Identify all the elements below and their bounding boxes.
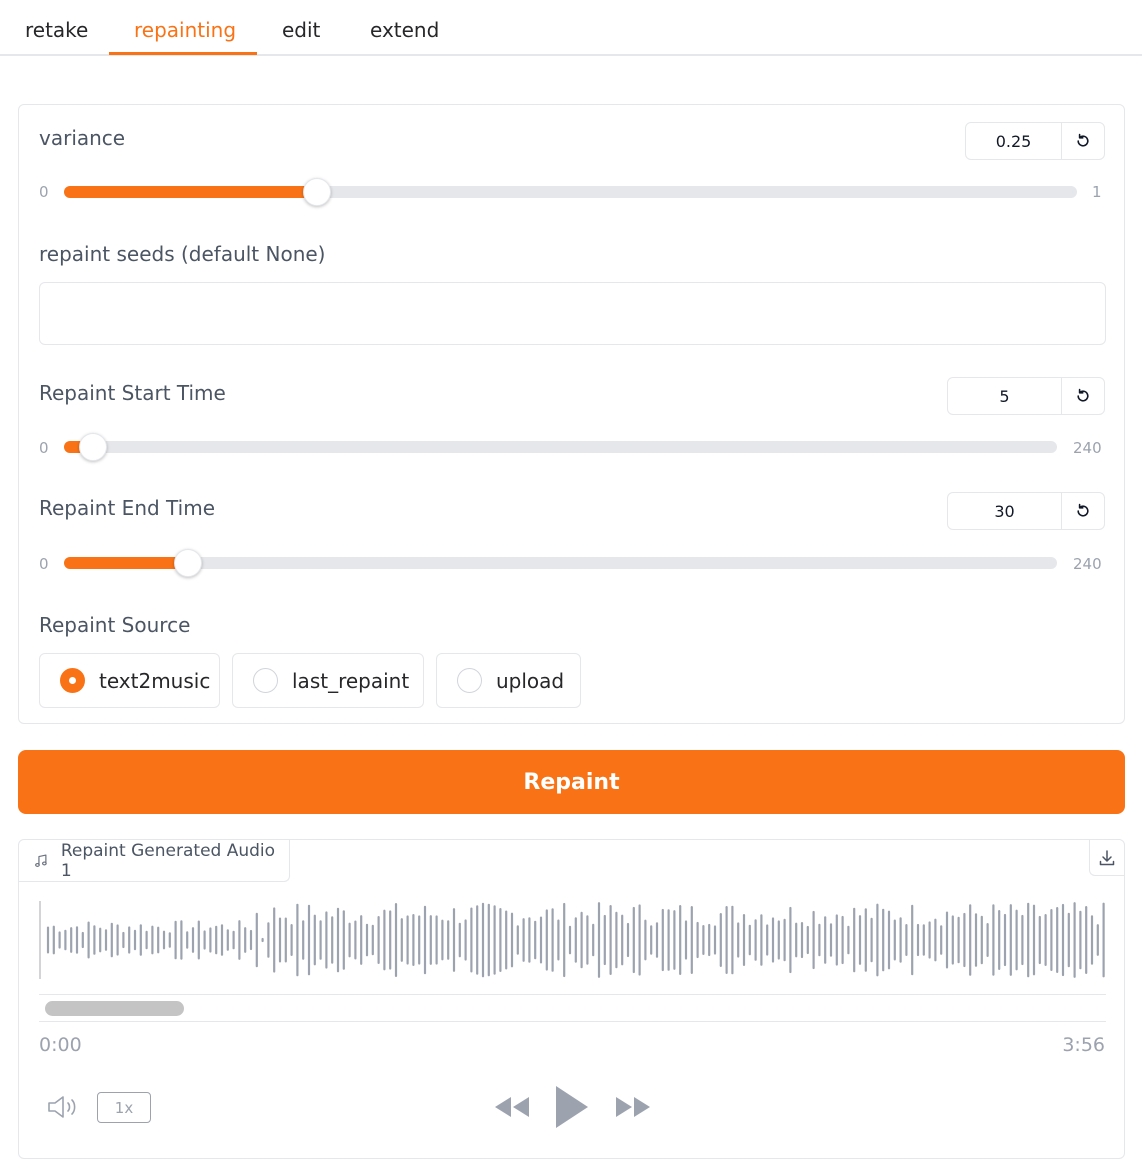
variance-label: variance — [39, 126, 126, 150]
start-time-slider-thumb[interactable] — [79, 433, 107, 461]
audio-waveform[interactable] — [39, 897, 1106, 983]
end-time-reset-button[interactable] — [1062, 493, 1104, 529]
reset-icon — [1077, 133, 1089, 147]
volume-button[interactable] — [47, 1094, 81, 1124]
radio-label-upload: upload — [496, 668, 565, 693]
fast-forward-button[interactable] — [614, 1094, 652, 1124]
repainting-settings-panel: variance 0.25 0 1 repaint seeds (default… — [18, 104, 1125, 724]
repaint-button[interactable]: Repaint — [18, 750, 1125, 814]
music-note-icon — [35, 853, 47, 867]
variance-input[interactable]: 0.25 — [966, 123, 1062, 159]
download-button[interactable] — [1089, 840, 1124, 876]
start-time-input[interactable]: 5 — [948, 378, 1062, 414]
tab-extend[interactable]: extend — [370, 18, 439, 42]
variance-max: 1 — [1092, 183, 1102, 201]
playback-speed-button[interactable]: 1x — [97, 1092, 151, 1123]
variance-min: 0 — [39, 183, 49, 201]
end-time-max: 240 — [1073, 555, 1102, 573]
radio-last-repaint[interactable]: last_repaint — [232, 653, 424, 708]
variance-slider-thumb[interactable] — [303, 178, 331, 206]
duration: 3:56 — [1062, 1034, 1105, 1056]
end-time-slider-fill — [64, 557, 188, 569]
tab-repainting[interactable]: repainting — [134, 18, 236, 42]
play-icon — [556, 1086, 588, 1128]
download-icon — [1099, 849, 1115, 865]
variance-reset-button[interactable] — [1062, 123, 1104, 159]
end-time-slider-thumb[interactable] — [174, 549, 202, 577]
start-time-label: Repaint Start Time — [39, 381, 226, 405]
radio-indicator — [253, 668, 278, 693]
audio-label-badge: Repaint Generated Audio 1 — [19, 840, 290, 882]
tab-edit[interactable]: edit — [282, 18, 320, 42]
active-tab-indicator — [109, 52, 257, 55]
rewind-button[interactable] — [493, 1094, 531, 1124]
radio-indicator — [457, 668, 482, 693]
variance-number-box: 0.25 — [965, 122, 1105, 160]
generated-audio-panel: Repaint Generated Audio 1 0:00 3:56 1x — [18, 839, 1125, 1159]
start-time-reset-button[interactable] — [1062, 378, 1104, 414]
radio-label-last-repaint: last_repaint — [292, 668, 410, 693]
reset-icon — [1077, 503, 1089, 517]
fast-forward-icon — [616, 1097, 650, 1117]
tab-retake[interactable]: retake — [25, 18, 88, 42]
end-time-number-box: 30 — [947, 492, 1105, 530]
repaint-source-label: Repaint Source — [39, 613, 191, 637]
end-time-label: Repaint End Time — [39, 496, 215, 520]
waveform-scrollbar-thumb[interactable] — [45, 1001, 184, 1016]
audio-label-text: Repaint Generated Audio 1 — [60, 840, 276, 881]
end-time-input[interactable]: 30 — [948, 493, 1062, 529]
end-time-slider[interactable] — [64, 549, 1057, 577]
volume-icon — [48, 1096, 76, 1118]
current-time: 0:00 — [39, 1034, 82, 1056]
variance-slider-fill — [64, 186, 317, 198]
radio-text2music[interactable]: text2music — [39, 653, 220, 708]
start-time-number-box: 5 — [947, 377, 1105, 415]
variance-slider[interactable] — [64, 178, 1077, 206]
waveform-scrollbar[interactable] — [39, 994, 1106, 1022]
start-time-min: 0 — [39, 439, 49, 457]
reset-icon — [1077, 388, 1089, 402]
radio-label-text2music: text2music — [99, 668, 211, 693]
playhead-cursor — [39, 901, 41, 979]
end-time-min: 0 — [39, 555, 49, 573]
radio-upload[interactable]: upload — [436, 653, 581, 708]
start-time-max: 240 — [1073, 439, 1102, 457]
repaint-seeds-input[interactable] — [39, 282, 1106, 345]
tab-bar: retake repainting edit extend — [0, 0, 1142, 56]
radio-indicator-checked — [60, 668, 85, 693]
repaint-seeds-label: repaint seeds (default None) — [39, 242, 326, 266]
rewind-icon — [495, 1097, 529, 1117]
play-button[interactable] — [554, 1084, 590, 1134]
start-time-slider[interactable] — [64, 433, 1057, 461]
